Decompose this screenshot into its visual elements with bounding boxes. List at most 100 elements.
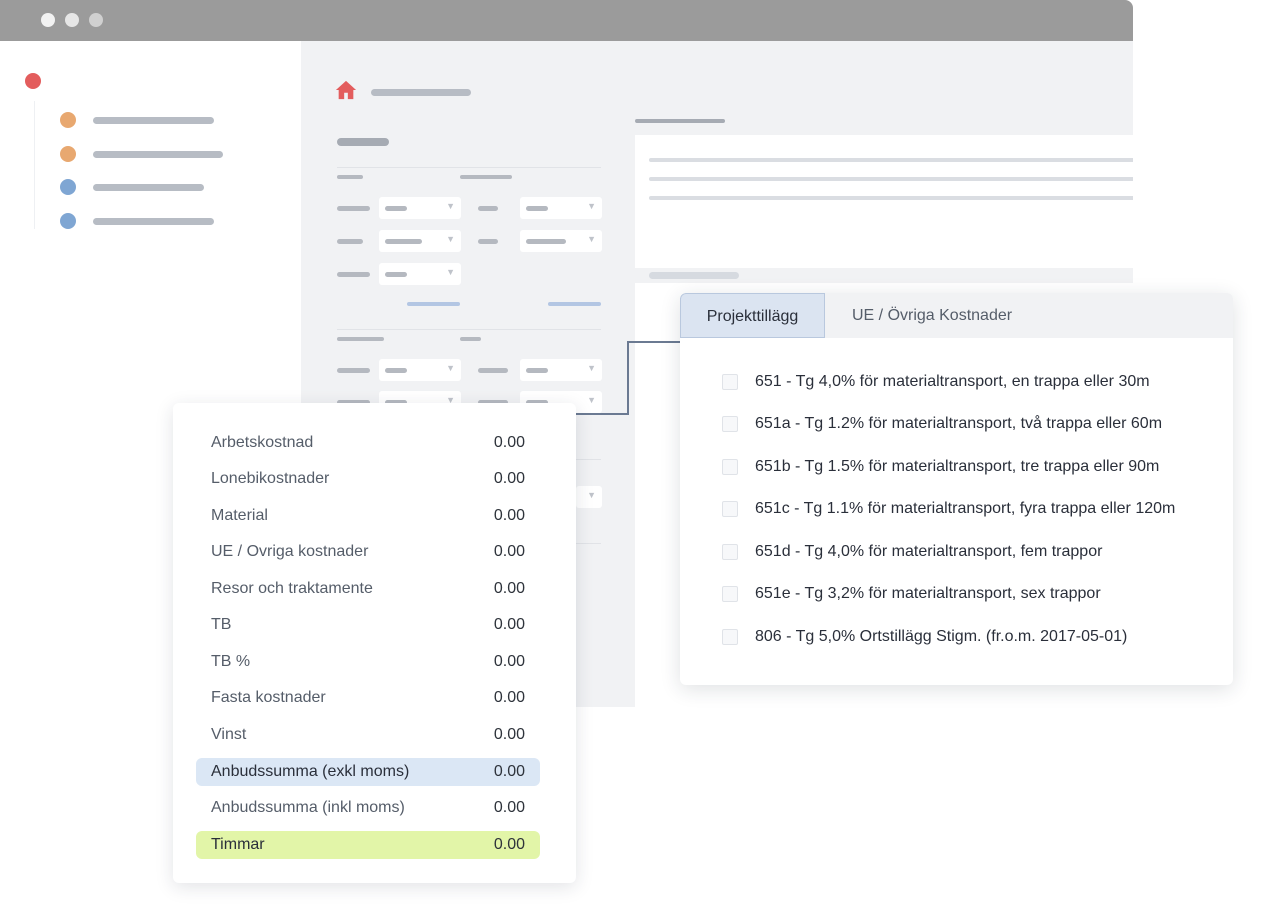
option-651c[interactable]: 651c - Tg 1.1% för materialtransport, fy… bbox=[722, 500, 1212, 520]
select-field[interactable]: ▼ bbox=[379, 263, 461, 285]
chevron-down-icon: ▼ bbox=[587, 201, 596, 211]
cost-value: 0.00 bbox=[493, 799, 525, 816]
column-label-placeholder bbox=[460, 337, 481, 341]
home-icon[interactable] bbox=[335, 79, 357, 101]
cost-value: 0.00 bbox=[493, 470, 525, 487]
option-checkbox[interactable] bbox=[722, 459, 738, 475]
cost-value: 0.00 bbox=[493, 507, 525, 524]
scrollbar[interactable] bbox=[649, 272, 739, 279]
select-field[interactable]: ▼ bbox=[379, 197, 461, 219]
option-651b[interactable]: 651b - Tg 1.5% för materialtransport, tr… bbox=[722, 458, 1212, 478]
sidebar-tree-line bbox=[34, 101, 35, 229]
cost-label: Lonebikostnader bbox=[211, 470, 330, 487]
cost-row-ue-ovriga: UE / Ovriga kostnader 0.00 bbox=[196, 538, 540, 566]
option-checkbox[interactable] bbox=[722, 374, 738, 390]
cost-value: 0.00 bbox=[493, 726, 525, 743]
sidebar-item-3[interactable] bbox=[60, 179, 260, 195]
cost-summary-card: Arbetskostnad 0.00 Lonebikostnader 0.00 … bbox=[173, 403, 576, 883]
select-field[interactable]: ▼ bbox=[576, 486, 602, 508]
select-field[interactable]: ▼ bbox=[379, 359, 461, 381]
cost-value: 0.00 bbox=[493, 543, 525, 560]
text-line-placeholder bbox=[649, 196, 1133, 200]
window-minimize-button[interactable] bbox=[65, 13, 79, 27]
cost-label: Anbudssumma (inkl moms) bbox=[211, 799, 405, 816]
tab-projekttillagg[interactable]: Projekttillägg bbox=[680, 293, 825, 338]
cost-row-arbetskostnad: Arbetskostnad 0.00 bbox=[196, 429, 540, 457]
window-titlebar bbox=[0, 0, 1133, 41]
text-panel bbox=[635, 135, 1133, 268]
cost-row-resor: Resor och traktamente 0.00 bbox=[196, 575, 540, 603]
option-651d[interactable]: 651d - Tg 4,0% för materialtransport, fe… bbox=[722, 543, 1212, 563]
cost-row-anbud-exkl: Anbudssumma (exkl moms) 0.00 bbox=[196, 758, 540, 786]
option-651e[interactable]: 651e - Tg 3,2% för materialtransport, se… bbox=[722, 585, 1212, 605]
link-placeholder[interactable] bbox=[548, 302, 601, 306]
sidebar-bullet bbox=[60, 112, 76, 128]
chevron-down-icon: ▼ bbox=[587, 490, 596, 500]
cost-row-anbud-inkl: Anbudssumma (inkl moms) 0.00 bbox=[196, 794, 540, 822]
option-checkbox[interactable] bbox=[722, 629, 738, 645]
cost-value: 0.00 bbox=[493, 689, 525, 706]
cost-row-timmar: Timmar 0.00 bbox=[196, 831, 540, 859]
cost-label: UE / Ovriga kostnader bbox=[211, 543, 369, 560]
cost-value: 0.00 bbox=[493, 763, 525, 780]
sidebar-item-4[interactable] bbox=[60, 213, 260, 229]
column-label-placeholder bbox=[337, 175, 363, 179]
select-field[interactable]: ▼ bbox=[379, 230, 461, 252]
field-label-placeholder bbox=[478, 239, 498, 244]
sidebar-bullet bbox=[60, 213, 76, 229]
chevron-down-icon: ▼ bbox=[446, 363, 455, 373]
text-line-placeholder bbox=[649, 177, 1133, 181]
window-maximize-button[interactable] bbox=[89, 13, 103, 27]
option-label: 651e - Tg 3,2% för materialtransport, se… bbox=[755, 585, 1101, 602]
chevron-down-icon: ▼ bbox=[587, 234, 596, 244]
sidebar-item-2[interactable] bbox=[60, 146, 260, 162]
option-checkbox[interactable] bbox=[722, 544, 738, 560]
window-close-button[interactable] bbox=[41, 13, 55, 27]
option-806[interactable]: 806 - Tg 5,0% Ortstillägg Stigm. (fr.o.m… bbox=[722, 628, 1212, 648]
option-label: 651c - Tg 1.1% för materialtransport, fy… bbox=[755, 500, 1176, 517]
select-field[interactable]: ▼ bbox=[520, 197, 602, 219]
cost-label: Fasta kostnader bbox=[211, 689, 326, 706]
select-field[interactable]: ▼ bbox=[520, 359, 602, 381]
text-line-placeholder bbox=[649, 158, 1133, 162]
tab-ue-ovriga-kostnader[interactable]: UE / Övriga Kostnader bbox=[852, 293, 1012, 338]
cost-label: TB bbox=[211, 616, 232, 633]
link-placeholder[interactable] bbox=[407, 302, 460, 306]
field-label-placeholder bbox=[337, 272, 370, 277]
field-label-placeholder bbox=[337, 206, 370, 211]
option-label: 651 - Tg 4,0% för materialtransport, en … bbox=[755, 373, 1150, 390]
option-checkbox[interactable] bbox=[722, 416, 738, 432]
field-label-placeholder bbox=[478, 206, 498, 211]
option-label: 806 - Tg 5,0% Ortstillägg Stigm. (fr.o.m… bbox=[755, 628, 1128, 645]
cost-label: Vinst bbox=[211, 726, 247, 743]
project-additions-card: Projekttillägg UE / Övriga Kostnader 651… bbox=[680, 293, 1233, 685]
cost-value: 0.00 bbox=[493, 580, 525, 597]
sidebar-bullet bbox=[60, 146, 76, 162]
cost-row-material: Material 0.00 bbox=[196, 502, 540, 530]
section-title-placeholder bbox=[337, 138, 389, 146]
cost-row-tb-percent: TB % 0.00 bbox=[196, 648, 540, 676]
sidebar-item-placeholder bbox=[93, 184, 204, 191]
connector-line bbox=[575, 413, 628, 415]
option-checkbox[interactable] bbox=[722, 501, 738, 517]
divider bbox=[337, 329, 601, 330]
divider bbox=[337, 167, 601, 168]
chevron-down-icon: ▼ bbox=[446, 267, 455, 277]
option-checkbox[interactable] bbox=[722, 586, 738, 602]
option-651[interactable]: 651 - Tg 4,0% för materialtransport, en … bbox=[722, 373, 1212, 393]
option-651a[interactable]: 651a - Tg 1.2% för materialtransport, tv… bbox=[722, 415, 1212, 435]
sidebar-item-placeholder bbox=[93, 117, 214, 124]
select-field[interactable]: ▼ bbox=[520, 230, 602, 252]
chevron-down-icon: ▼ bbox=[587, 363, 596, 373]
chevron-down-icon: ▼ bbox=[446, 234, 455, 244]
cost-value: 0.00 bbox=[493, 653, 525, 670]
panel-title-placeholder bbox=[635, 119, 725, 123]
cost-label: Anbudssumma (exkl moms) bbox=[211, 763, 410, 780]
sidebar-item-1[interactable] bbox=[60, 112, 260, 128]
connector-line bbox=[627, 341, 682, 343]
cost-label: Resor och traktamente bbox=[211, 580, 373, 597]
field-label-placeholder bbox=[478, 368, 508, 373]
connector-line bbox=[627, 341, 629, 415]
cost-row-fasta: Fasta kostnader 0.00 bbox=[196, 684, 540, 712]
tab-bar: Projekttillägg UE / Övriga Kostnader bbox=[680, 293, 1233, 338]
